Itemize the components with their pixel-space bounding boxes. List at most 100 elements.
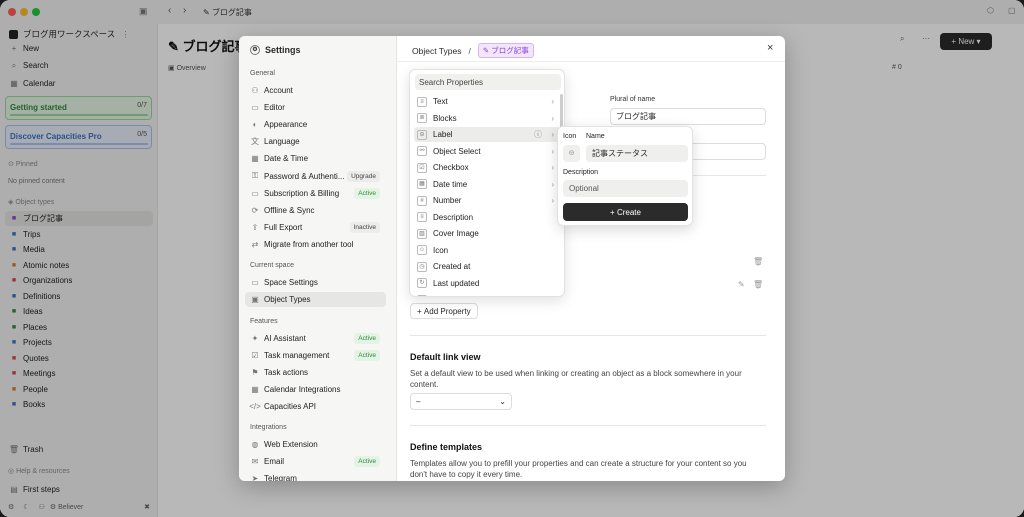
alias-icon: ∽: [417, 294, 427, 296]
chevron-right-icon: ›: [551, 97, 554, 106]
description-icon: ≡: [417, 212, 427, 222]
migrate-icon: ⇄: [251, 239, 259, 249]
hash-icon: #: [417, 195, 427, 206]
divider: [410, 335, 766, 336]
nav-space-settings[interactable]: ▭ Space Settings: [245, 275, 386, 290]
chevron-right-icon: ›: [551, 163, 554, 172]
user-icon: ⚇: [251, 86, 259, 95]
calendar-icon: ▦: [251, 385, 259, 395]
property-option-last-updated[interactable]: ↻ Last updated: [414, 276, 560, 291]
nav-capacities-api[interactable]: </> Capacities API: [245, 399, 386, 414]
nav-appearance[interactable]: ◐ Appearance: [245, 117, 386, 132]
property-option-checkbox[interactable]: ☑ Checkbox ›: [414, 160, 560, 175]
calendar-icon: ▦: [251, 154, 259, 164]
delete-icon[interactable]: 🗑: [753, 280, 763, 289]
nav-password-authenti[interactable]: ⚿ Password & Authenti... Upgrade: [245, 169, 386, 184]
label-create-form: Icon Name ⊝ 記事ステータス Description Optional…: [557, 126, 693, 226]
nav-migrate-from-another-tool[interactable]: ⇄ Migrate from another tool: [245, 237, 386, 252]
sync-icon: ⟳: [251, 205, 259, 215]
nav-email[interactable]: ✉ Email Active: [245, 454, 386, 469]
plural-name-input[interactable]: ブログ記事: [610, 108, 766, 125]
description-input[interactable]: Optional: [563, 180, 688, 197]
status-badge: Upgrade: [347, 170, 380, 182]
task-icon: ☑: [251, 351, 259, 361]
smile-icon: ☺: [417, 245, 427, 255]
info-icon[interactable]: ⓘ: [534, 129, 542, 140]
label-icon: ⊝: [417, 129, 427, 140]
property-option-created-at[interactable]: ◷ Created at: [414, 259, 560, 274]
chevron-right-icon: ›: [551, 196, 554, 205]
nav-task-management[interactable]: ☑ Task management Active: [245, 348, 386, 363]
delete-icon[interactable]: 🗑: [753, 257, 763, 266]
pencil-icon: ✎: [482, 46, 490, 55]
chevron-right-icon: ›: [551, 113, 554, 123]
nav-account[interactable]: ⚇ Account: [245, 83, 386, 98]
property-option-number[interactable]: # Number ›: [414, 193, 560, 208]
language-icon: 文: [251, 137, 259, 147]
property-option-text[interactable]: ≡ Text ›: [414, 94, 560, 109]
checkbox-icon: ☑: [417, 162, 427, 173]
breadcrumb-current-tag[interactable]: ✎ ブログ記事: [477, 43, 534, 58]
edit-icon[interactable]: ✎: [738, 280, 745, 289]
status-badge: Inactive: [349, 221, 380, 233]
send-icon: ➤: [251, 474, 259, 481]
description-label: Description: [563, 169, 599, 176]
task-actions-icon: ⚑: [251, 368, 259, 378]
link-icon: ⚯: [417, 146, 427, 156]
nav-ai-assistant[interactable]: ✦ AI Assistant Active: [245, 331, 386, 346]
property-option-description[interactable]: ≡ Description: [414, 210, 560, 225]
section-heading-general: General: [250, 70, 275, 77]
nav-offline-sync[interactable]: ⟳ Offline & Sync: [245, 203, 386, 218]
property-option-object-select[interactable]: ⚯ Object Select ›: [414, 144, 560, 159]
close-icon[interactable]: ×: [767, 42, 773, 54]
mail-icon: ✉: [251, 457, 259, 467]
section-heading-integrations: Integrations: [250, 424, 287, 431]
nav-task-actions[interactable]: ⚑ Task actions: [245, 365, 386, 380]
icon-picker-button[interactable]: ⊝: [563, 145, 580, 162]
nav-date-time[interactable]: ▦ Date & Time: [245, 151, 386, 166]
default-link-description: Set a default view to be used when linki…: [410, 369, 742, 389]
plural-label: Plural of name: [610, 96, 656, 103]
status-badge: Active: [354, 350, 380, 362]
breadcrumb-object-types[interactable]: Object Types: [412, 46, 461, 56]
gear-icon: ⚙: [250, 45, 260, 55]
palette-icon: ◐: [252, 120, 258, 130]
nav-subscription-billing[interactable]: ▭ Subscription & Billing Active: [245, 186, 386, 201]
export-icon: ⇪: [251, 222, 259, 232]
nav-telegram[interactable]: ➤ Telegram: [245, 471, 386, 481]
property-option-cover-image[interactable]: ▨ Cover Image: [414, 226, 560, 241]
create-button[interactable]: + Create: [563, 203, 688, 221]
default-link-select[interactable]: – ⌄: [410, 393, 512, 410]
icon-label: Icon: [563, 133, 577, 140]
settings-title: ⚙ Settings: [250, 45, 301, 55]
search-properties-input[interactable]: Search Properties: [415, 74, 561, 90]
settings-sidebar: ⚙ Settings General ⚇ Account ▭ Editor ◐ Appea…: [239, 36, 397, 481]
property-option-blocks[interactable]: ≣ Blocks ›: [414, 111, 560, 126]
add-property-button[interactable]: + Add Property: [410, 303, 478, 319]
app-window: ▣ ‹ › ✎ ブログ記事 ⬡ ▢ ブログ用ワークスペース ⋮ + New ⌕ Se…: [0, 0, 1024, 517]
nav-language[interactable]: 文 Language: [245, 134, 386, 149]
editor-icon: ▭: [251, 103, 259, 113]
property-option-date-time[interactable]: ▦ Date time ›: [414, 177, 560, 192]
divider: [397, 61, 785, 62]
label-icon: ⊝: [568, 150, 575, 157]
code-icon: </>: [249, 402, 261, 412]
name-input[interactable]: 記事ステータス: [586, 145, 688, 162]
nav-calendar-integrations[interactable]: ▦ Calendar Integrations: [245, 382, 386, 397]
nav-editor[interactable]: ▭ Editor: [245, 100, 386, 115]
nav-web-extension[interactable]: ◍ Web Extension: [245, 437, 386, 452]
property-option-label[interactable]: ⊝ Label ⓘ ›: [414, 127, 560, 142]
object-types-icon: ▣: [251, 295, 259, 305]
property-option-icon[interactable]: ☺ Icon: [414, 243, 560, 258]
nav-object-types[interactable]: ▣ Object Types: [245, 292, 386, 308]
divider: [410, 425, 766, 426]
chevron-right-icon: ›: [551, 146, 554, 156]
image-icon: ▨: [417, 228, 427, 239]
monitor-icon: ▭: [251, 278, 259, 287]
nav-full-export[interactable]: ⇪ Full Export Inactive: [245, 220, 386, 235]
property-type-popup: Search Properties ≡ Text › ≣ Blocks › ⊝ Label ⓘ ›…: [409, 69, 565, 297]
ai-icon: ✦: [251, 334, 259, 343]
globe-icon: ◍: [251, 440, 259, 449]
default-link-title: Default link view: [410, 352, 481, 362]
property-option-aliases[interactable]: ∽Aliases: [414, 292, 560, 296]
